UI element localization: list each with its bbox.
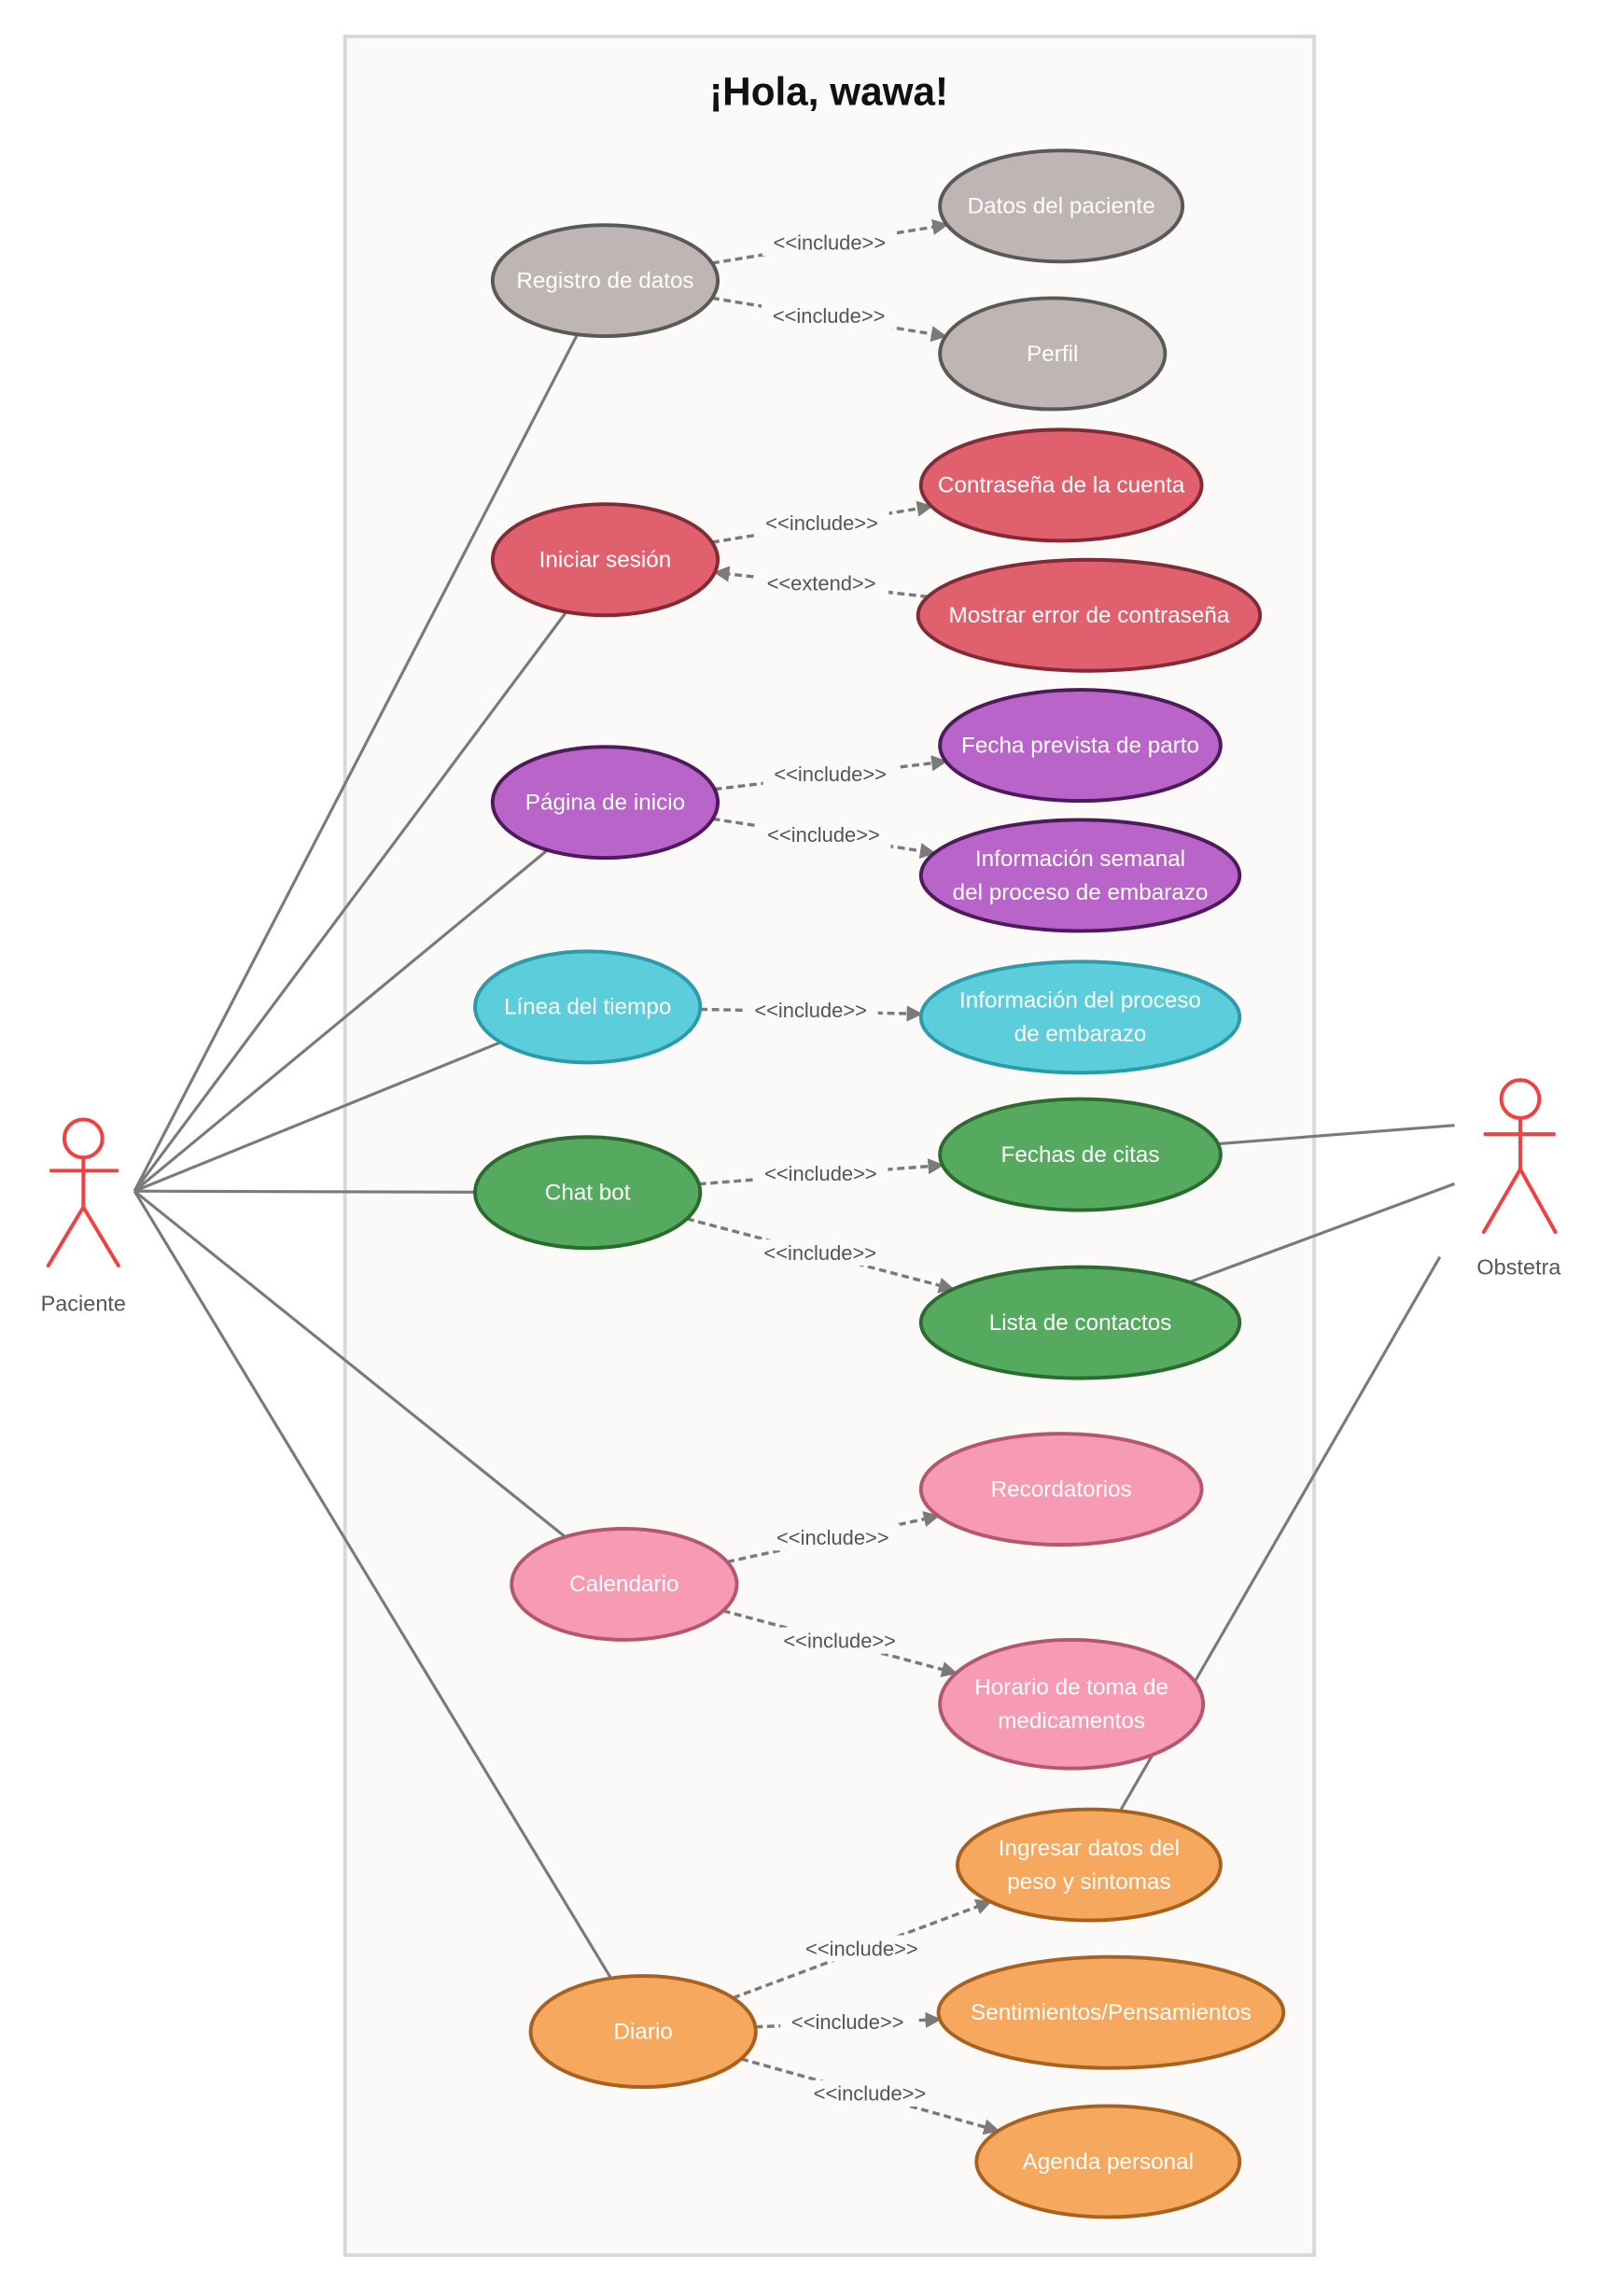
use-case-label: Mostrar error de contraseña xyxy=(949,603,1230,628)
use-case-ellipse xyxy=(956,1807,1223,1923)
use-case-linea[interactable]: Línea del tiempo xyxy=(473,949,703,1065)
use-case-contrasena[interactable]: Contraseña de la cuenta xyxy=(918,427,1204,543)
use-case-label: Calendario xyxy=(569,1572,678,1597)
use-case-chatbot[interactable]: Chat bot xyxy=(473,1135,703,1251)
use-case-label: Diario xyxy=(613,2019,672,2044)
use-case-iniciar[interactable]: Iniciar sesión xyxy=(490,502,720,618)
relation-label: <<include>> xyxy=(767,823,880,847)
use-case-label: Horario de toma de xyxy=(974,1675,1168,1701)
use-case-label: medicamentos xyxy=(998,1709,1145,1734)
use-case-diagram: ¡Hola, wawa! <<include>> <<include>> <<inc… xyxy=(41,35,1561,2258)
use-case-label: Registro de datos xyxy=(516,268,693,293)
use-case-label: Iniciar sesión xyxy=(539,548,672,573)
stick-figure-icon xyxy=(46,1117,120,1268)
use-case-contactos[interactable]: Lista de contactos xyxy=(918,1265,1242,1380)
use-case-calendario[interactable]: Calendario xyxy=(510,1526,739,1642)
use-case-label: Ingresar datos del xyxy=(999,1836,1180,1861)
use-case-label: Sentimientos/Pensamientos xyxy=(971,2000,1251,2025)
relation-label: <<include>> xyxy=(774,763,887,786)
use-case-label: Información semanal xyxy=(975,847,1185,872)
use-case-info-semanal[interactable]: Información semanal del proceso de embara… xyxy=(918,818,1242,933)
relation-label: <<include>> xyxy=(764,1162,877,1185)
relation-label: <<include>> xyxy=(774,231,887,255)
use-case-diario[interactable]: Diario xyxy=(528,1974,758,2090)
relation-label: <<include>> xyxy=(776,1526,889,1549)
actor-obstetra[interactable]: Obstetra xyxy=(1476,1078,1561,1279)
use-case-perfil[interactable]: Perfil xyxy=(938,296,1168,412)
use-case-ellipse xyxy=(918,959,1242,1075)
use-case-label: Lista de contactos xyxy=(989,1310,1172,1336)
relation-label: <<include>> xyxy=(814,2082,927,2106)
actor-label-obstetra: Obstetra xyxy=(1476,1254,1561,1279)
relation-label: <<include>> xyxy=(754,999,867,1022)
relation-label: <<include>> xyxy=(765,511,878,535)
use-case-label: Datos del paciente xyxy=(968,194,1155,219)
use-case-ellipse xyxy=(918,818,1242,933)
use-case-label: Fechas de citas xyxy=(1001,1142,1160,1168)
relation-label: <<include>> xyxy=(805,1937,918,1960)
use-case-registro[interactable]: Registro de datos xyxy=(490,223,720,339)
use-case-error[interactable]: Mostrar error de contraseña xyxy=(916,557,1263,673)
use-case-agenda[interactable]: Agenda personal xyxy=(974,2104,1242,2219)
use-case-info-proceso[interactable]: Información del proceso de embarazo xyxy=(918,959,1242,1075)
use-case-ingresar[interactable]: Ingresar datos del peso y sintomas xyxy=(956,1807,1223,1923)
relation-label: <<include>> xyxy=(783,1630,896,1653)
use-case-fechas-citas[interactable]: Fechas de citas xyxy=(938,1097,1223,1212)
use-case-pagina[interactable]: Página de inicio xyxy=(490,745,720,861)
use-case-datos-paciente[interactable]: Datos del paciente xyxy=(938,148,1185,264)
use-case-label: Recordatorios xyxy=(991,1477,1132,1502)
use-case-label: Contraseña de la cuenta xyxy=(938,473,1185,498)
use-case-recordatorios[interactable]: Recordatorios xyxy=(918,1432,1204,1547)
use-case-label: Perfil xyxy=(1027,342,1078,367)
relation-label: <<include>> xyxy=(773,304,886,328)
diagram-title: ¡Hola, wawa! xyxy=(709,70,948,114)
actor-label-paciente: Paciente xyxy=(41,1292,126,1316)
actor-paciente[interactable]: Paciente xyxy=(41,1117,126,1316)
use-case-label: Fecha prevista de parto xyxy=(961,733,1199,758)
use-case-label: Chat bot xyxy=(545,1181,631,1206)
use-case-sentimientos[interactable]: Sentimientos/Pensamientos xyxy=(936,1954,1286,2070)
use-case-horario[interactable]: Horario de toma de medicamentos xyxy=(938,1637,1206,1771)
relation-label: <<include>> xyxy=(791,2010,904,2034)
use-case-label: Información del proceso xyxy=(959,988,1201,1014)
relation-label: <<include>> xyxy=(763,1241,876,1265)
stick-figure-icon xyxy=(1481,1078,1558,1234)
use-case-fecha-parto[interactable]: Fecha prevista de parto xyxy=(938,688,1223,804)
use-case-label: del proceso de embarazo xyxy=(953,880,1209,905)
association-line-paciente-chatbot xyxy=(134,1189,476,1194)
use-case-ellipse xyxy=(938,1637,1206,1771)
use-case-label: Página de inicio xyxy=(525,791,685,816)
use-case-label: Línea del tiempo xyxy=(504,995,671,1020)
use-case-label: peso y sintomas xyxy=(1007,1869,1170,1895)
use-case-label: de embarazo xyxy=(1014,1022,1147,1047)
use-case-label: Agenda personal xyxy=(1023,2149,1195,2175)
relation-label: <<extend>> xyxy=(767,572,876,595)
